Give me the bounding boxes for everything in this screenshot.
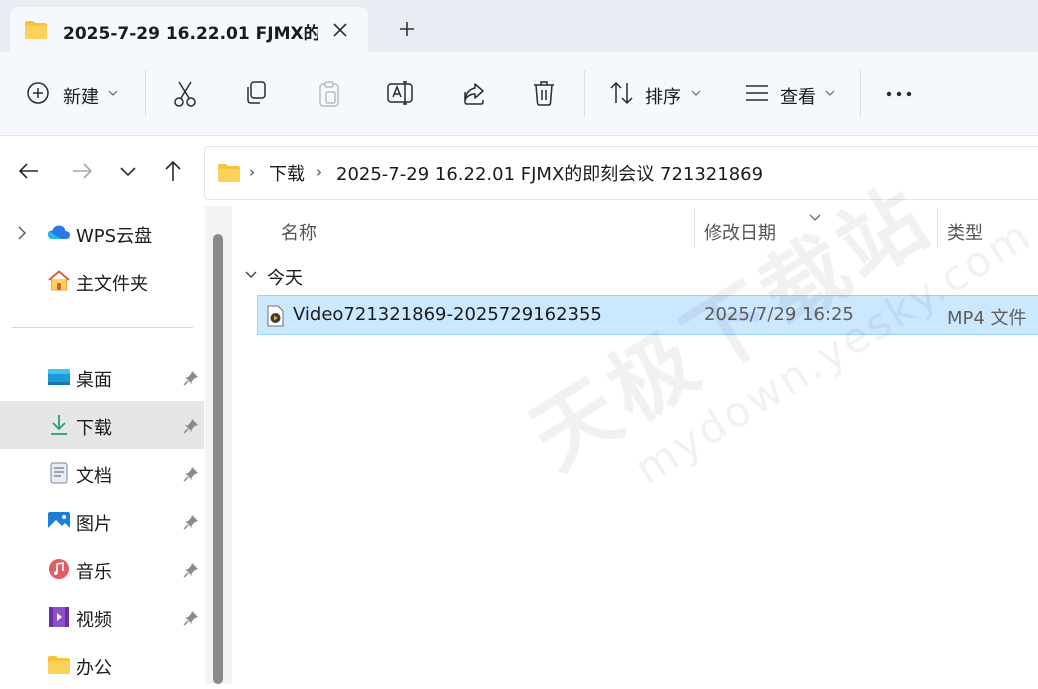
view-lines-icon	[746, 85, 768, 101]
column-header-modified[interactable]: 修改日期	[704, 219, 776, 245]
sidebar-item-pictures[interactable]: 图片	[0, 497, 204, 545]
group-label: 今天	[267, 268, 303, 289]
sort-arrows-icon	[610, 81, 633, 105]
document-icon	[47, 462, 71, 484]
clipboard-icon	[319, 81, 339, 107]
command-bar: 新建 排序 查看	[0, 52, 1038, 136]
toolbar-divider	[145, 70, 146, 116]
rename-button[interactable]	[380, 52, 420, 135]
sidebar-item-desktop[interactable]: 桌面	[0, 353, 204, 401]
column-divider[interactable]	[694, 208, 695, 248]
sidebar-item-label: 办公	[76, 658, 112, 679]
pictures-icon	[47, 510, 71, 532]
sidebar-item-music[interactable]: 音乐	[0, 545, 204, 593]
cloud-icon	[47, 222, 71, 244]
sort-label: 排序	[645, 87, 681, 108]
scrollbar-thumb[interactable]	[213, 234, 223, 684]
sidebar-item-documents[interactable]: 文档	[0, 449, 204, 497]
breadcrumb-separator-icon[interactable]: ›	[249, 163, 255, 181]
navigation-bar: › 下载 › 2025-7-29 16.22.01 FJMX的即刻会议 7213…	[0, 136, 1038, 204]
folder-icon	[217, 163, 241, 187]
music-icon	[47, 558, 71, 580]
sidebar-item-label: 音乐	[76, 562, 112, 583]
sidebar-item-wps-cloud[interactable]: WPS云盘	[0, 209, 204, 257]
toolbar-divider	[584, 70, 585, 116]
sidebar-divider	[12, 327, 193, 328]
tab-current-folder[interactable]: 2025-7-29 16.22.01 FJMX的即刻会议 721321869	[10, 7, 368, 52]
video-file-icon	[266, 305, 284, 331]
folder-icon	[47, 654, 71, 676]
address-bar[interactable]: › 下载 › 2025-7-29 16.22.01 FJMX的即刻会议 7213…	[204, 146, 1038, 200]
sidebar-item-label: 视频	[76, 610, 112, 631]
copy-icon	[247, 81, 266, 104]
rename-icon	[387, 81, 413, 105]
trash-icon	[534, 81, 554, 106]
sidebar-item-home[interactable]: 主文件夹	[0, 257, 204, 305]
scissors-icon	[174, 81, 196, 107]
file-row[interactable]: Video721321869-2025729162355 2025/7/29 1…	[257, 295, 1038, 335]
recent-locations-chevron-icon[interactable]	[115, 158, 141, 184]
download-icon	[47, 414, 71, 436]
new-button[interactable]: 新建	[20, 52, 126, 135]
chevron-down-icon	[691, 90, 701, 96]
file-type: MP4 文件	[947, 308, 1027, 329]
sort-button[interactable]: 排序	[604, 52, 708, 135]
sidebar-item-label: 文档	[76, 466, 112, 487]
sidebar-item-label: 图片	[76, 514, 112, 535]
sidebar-item-videos[interactable]: 视频	[0, 593, 204, 641]
pin-icon[interactable]	[182, 369, 200, 387]
pin-icon[interactable]	[182, 465, 200, 483]
more-options-button[interactable]	[880, 52, 920, 135]
column-header-type[interactable]: 类型	[947, 219, 983, 245]
chevron-down-icon	[108, 90, 118, 96]
tab-title: 2025-7-29 16.22.01 FJMX的即刻会议 721321869	[63, 24, 318, 44]
forward-arrow-icon[interactable]	[69, 158, 95, 184]
delete-button[interactable]	[526, 52, 566, 135]
sidebar-item-label: 桌面	[76, 370, 112, 391]
breadcrumb-separator-icon[interactable]: ›	[316, 163, 322, 181]
share-button[interactable]	[455, 52, 495, 135]
file-list-pane: 名称 修改日期 类型 今天 Video721321869-20257291623…	[232, 206, 1038, 684]
view-button[interactable]: 查看	[740, 52, 844, 135]
pin-icon[interactable]	[182, 609, 200, 627]
breadcrumb-current-folder[interactable]: 2025-7-29 16.22.01 FJMX的即刻会议 721321869	[336, 160, 763, 186]
column-divider[interactable]	[937, 208, 938, 248]
folder-icon	[24, 20, 48, 44]
pin-icon[interactable]	[182, 561, 200, 579]
pin-icon[interactable]	[182, 513, 200, 531]
sidebar-item-office-folder[interactable]: 办公	[0, 641, 204, 689]
paste-button[interactable]	[310, 52, 350, 135]
more-dots-icon	[886, 91, 912, 97]
breadcrumb-downloads[interactable]: 下载	[269, 160, 305, 186]
plus-circle-icon	[27, 82, 49, 104]
view-label: 查看	[780, 87, 816, 108]
chevron-right-icon[interactable]	[15, 225, 29, 241]
toolbar-divider	[860, 70, 861, 116]
file-modified-date: 2025/7/29 16:25	[704, 304, 854, 325]
new-label: 新建	[63, 87, 99, 108]
chevron-down-icon	[245, 271, 257, 278]
up-arrow-icon[interactable]	[160, 158, 186, 184]
sidebar-item-label: 主文件夹	[76, 274, 148, 295]
copy-button[interactable]	[237, 52, 277, 135]
cut-button[interactable]	[166, 52, 206, 135]
file-name: Video721321869-2025729162355	[293, 304, 602, 325]
sidebar-item-label: WPS云盘	[76, 226, 153, 247]
column-header-name[interactable]: 名称	[281, 219, 317, 245]
sidebar-item-label: 下载	[76, 418, 112, 439]
new-tab-plus-icon[interactable]	[395, 17, 419, 41]
chevron-down-icon	[825, 90, 835, 96]
desktop-icon	[47, 366, 71, 388]
videos-icon	[47, 606, 71, 628]
pin-icon[interactable]	[182, 417, 200, 435]
back-arrow-icon[interactable]	[16, 158, 42, 184]
sort-chevron-down-icon	[808, 208, 822, 227]
close-tab-icon[interactable]	[328, 18, 352, 42]
share-icon	[464, 83, 484, 105]
sidebar-item-downloads[interactable]: 下载	[0, 401, 204, 449]
tab-strip: 2025-7-29 16.22.01 FJMX的即刻会议 721321869	[0, 0, 1038, 52]
navigation-pane: WPS云盘 主文件夹 桌面 下载 文档 图片 音乐 视频 办公	[0, 206, 205, 684]
home-icon	[47, 270, 71, 292]
